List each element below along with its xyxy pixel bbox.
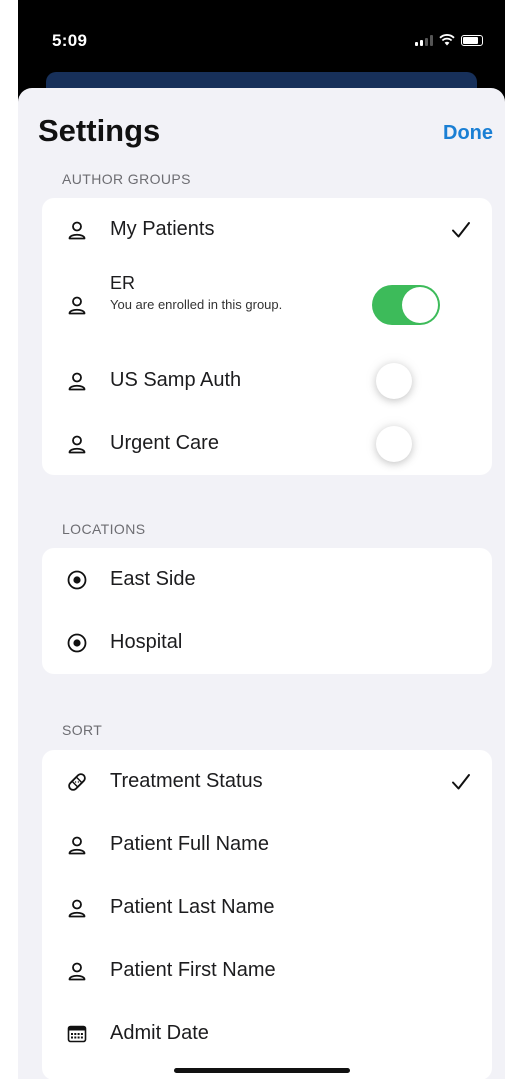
row-label: Treatment Status <box>110 770 263 792</box>
row-label: Patient First Name <box>110 959 276 981</box>
row-label: East Side <box>110 568 196 590</box>
signal-icon <box>415 34 433 46</box>
row-label: Admit Date <box>110 1022 209 1044</box>
toggle-knob <box>402 287 438 323</box>
row-label-block: ER You are enrolled in this group. <box>110 273 290 314</box>
checkmark-icon <box>452 773 470 789</box>
person-icon <box>66 433 88 455</box>
sort-patient-first-name[interactable]: Patient First Name <box>42 939 492 1002</box>
wifi-icon <box>439 34 455 46</box>
section-label-sort: SORT <box>62 722 103 738</box>
page-title: Settings <box>38 113 161 148</box>
section-label-author-groups: AUTHOR GROUPS <box>62 171 191 187</box>
radio-dot-icon <box>66 632 88 654</box>
person-icon <box>66 294 88 316</box>
row-subtitle: You are enrolled in this group. <box>110 297 283 312</box>
radio-dot-icon <box>66 569 88 591</box>
toggle-knob <box>376 425 412 462</box>
location-east-side[interactable]: East Side <box>42 548 492 611</box>
settings-sheet: Settings Done AUTHOR GROUPS My Patients … <box>18 88 505 1079</box>
author-group-us-samp-auth: US Samp Auth <box>42 349 492 412</box>
calendar-icon <box>66 1023 88 1045</box>
author-group-my-patients[interactable]: My Patients <box>42 198 492 261</box>
status-icons <box>415 34 483 46</box>
person-icon <box>66 897 88 919</box>
battery-icon <box>461 34 483 46</box>
row-label: Patient Last Name <box>110 896 275 918</box>
row-label: US Samp Auth <box>110 369 242 391</box>
sort-card: Treatment Status Patient Full Name Patie… <box>42 750 492 1079</box>
er-toggle[interactable] <box>372 285 440 325</box>
us-samp-auth-toggle[interactable] <box>372 361 440 401</box>
sort-admit-date[interactable]: Admit Date <box>42 1002 492 1065</box>
sort-treatment-status[interactable]: Treatment Status <box>42 750 492 813</box>
checkmark-icon <box>452 221 470 237</box>
person-icon <box>66 370 88 392</box>
section-label-locations: LOCATIONS <box>62 521 146 537</box>
author-group-urgent-care: Urgent Care <box>42 412 492 475</box>
row-label: My Patients <box>110 218 215 240</box>
phone-screen: 5:09 Settings Done AUTHOR GROUPS My Pati… <box>18 0 505 1079</box>
location-hospital[interactable]: Hospital <box>42 611 492 674</box>
row-label: Urgent Care <box>110 432 219 454</box>
locations-card: East Side Hospital <box>42 548 492 674</box>
person-icon <box>66 960 88 982</box>
done-button[interactable]: Done <box>443 122 493 145</box>
row-label: Hospital <box>110 631 183 653</box>
person-icon <box>66 834 88 856</box>
status-time: 5:09 <box>52 31 88 50</box>
bandage-icon <box>66 771 88 793</box>
sort-patient-last-name[interactable]: Patient Last Name <box>42 876 492 939</box>
row-label: Patient Full Name <box>110 833 269 855</box>
toggle-knob <box>376 362 412 399</box>
urgent-care-toggle[interactable] <box>372 424 440 464</box>
author-group-er: ER You are enrolled in this group. <box>42 261 492 349</box>
person-icon <box>66 219 88 241</box>
home-indicator[interactable] <box>173 1068 350 1073</box>
row-label: ER <box>110 273 136 293</box>
sort-patient-full-name[interactable]: Patient Full Name <box>42 813 492 876</box>
author-groups-card: My Patients ER You are enrolled in this … <box>42 198 492 475</box>
